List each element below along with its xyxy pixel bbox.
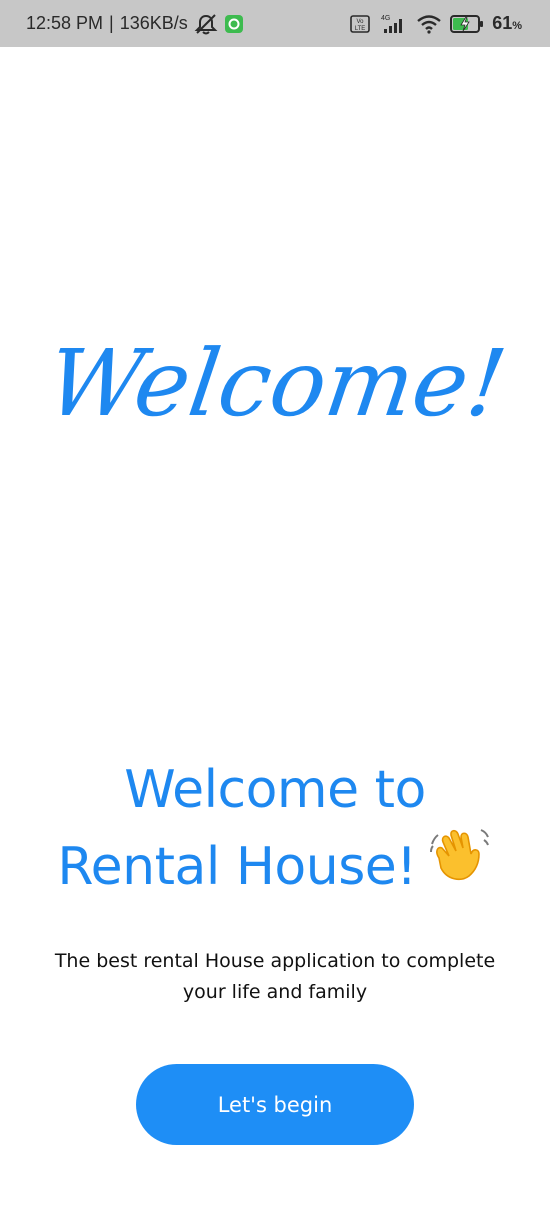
status-time: 12:58 PM (26, 13, 104, 33)
network-speed: 136KB/s (119, 13, 188, 33)
battery-charging-icon (450, 14, 484, 34)
waving-hand-icon (429, 824, 493, 904)
status-left: 12:58 PM | 136KB/s (26, 0, 244, 47)
status-separator: | (109, 13, 114, 33)
hero-script-text: Welcome! (41, 329, 513, 436)
status-bar: 12:58 PM | 136KB/s Vo LTE 4G 61% (0, 0, 550, 47)
wifi-icon (416, 14, 442, 34)
hero-script-title: Welcome! (0, 310, 550, 460)
headline-line-2-wrap: Rental House! (0, 829, 550, 910)
subtitle-line-1: The best rental House application to com… (54, 950, 496, 972)
subtitle-line-2: your life and family (182, 981, 368, 1003)
lets-begin-button[interactable]: Let's begin (136, 1064, 414, 1145)
status-right: Vo LTE 4G 61% (350, 0, 522, 47)
signal-icon: 4G (378, 13, 408, 35)
app-notification-icon (224, 14, 244, 34)
headline-line-1: Welcome to (124, 760, 426, 820)
headline-line-2: Rental House! (57, 837, 417, 897)
headline: Welcome to Rental House! (0, 752, 550, 910)
battery-percent: 61% (492, 13, 522, 33)
svg-text:LTE: LTE (355, 26, 366, 32)
subtitle: The best rental House application to com… (40, 946, 510, 1008)
welcome-screen: 12:58 PM | 136KB/s Vo LTE 4G 61% Welcome… (0, 0, 550, 1222)
network-type-label: 4G (381, 15, 390, 22)
svg-text:Vo: Vo (357, 19, 365, 25)
volte-icon: Vo LTE (350, 14, 370, 33)
mute-icon (194, 13, 218, 35)
